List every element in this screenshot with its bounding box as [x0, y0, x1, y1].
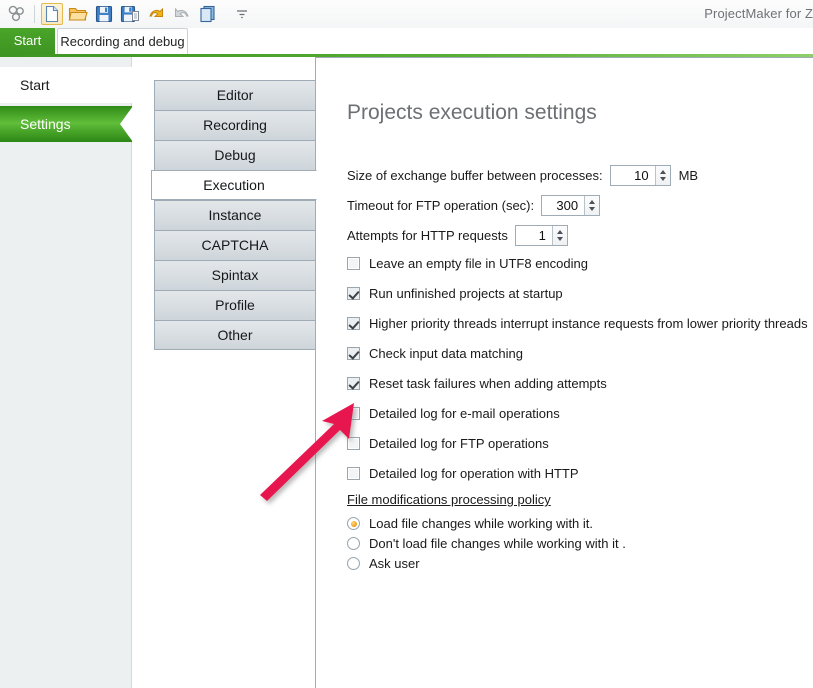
sidebar-item-settings[interactable]: Settings — [0, 106, 132, 142]
tab-start[interactable]: Start — [0, 28, 55, 54]
save-icon[interactable] — [93, 3, 115, 25]
radio-button[interactable] — [347, 537, 360, 550]
save-as-icon[interactable] — [119, 3, 141, 25]
stepper-down-icon[interactable] — [589, 207, 596, 211]
stepper-up-icon[interactable] — [589, 200, 596, 204]
checkbox-box[interactable] — [347, 257, 360, 270]
stepper-down-icon[interactable] — [659, 177, 666, 181]
tab-strip: Start Recording and debug — [0, 28, 813, 54]
radio-label: Don't load file changes while working wi… — [369, 536, 626, 551]
checkbox-box[interactable] — [347, 377, 360, 390]
category-recording[interactable]: Recording — [154, 110, 316, 140]
settings-panel: Projects execution settings Size of exch… — [315, 57, 813, 688]
http-attempts-stepper[interactable]: 1 — [514, 225, 568, 246]
checkbox-box[interactable] — [347, 407, 360, 420]
checkbox-leave-empty-utf8[interactable]: Leave an empty file in UTF8 encoding — [347, 256, 588, 271]
checkbox-label: Reset task failures when adding attempts — [369, 376, 607, 391]
radio-ask-user[interactable]: Ask user — [347, 556, 420, 571]
checkbox-higher-priority-threads[interactable]: Higher priority threads interrupt instan… — [347, 316, 808, 331]
unit-label: MB — [678, 168, 699, 183]
toolbar-overflow-icon[interactable] — [231, 3, 253, 25]
copy-icon[interactable] — [197, 3, 219, 25]
field-label: Timeout for FTP operation (sec): — [347, 198, 535, 213]
page-title: Projects execution settings — [347, 101, 597, 124]
settings-category-list: Editor Recording Debug Execution Instanc… — [151, 80, 317, 350]
field-exchange-buffer-size: Size of exchange buffer between processe… — [347, 165, 698, 186]
sidebar: Start Settings — [0, 57, 133, 688]
checkbox-box[interactable] — [347, 347, 360, 360]
app-logo-icon[interactable] — [6, 3, 28, 25]
checkbox-box[interactable] — [347, 287, 360, 300]
new-file-icon[interactable] — [41, 3, 63, 25]
field-http-attempts: Attempts for HTTP requests 1 — [347, 225, 568, 246]
stepper-buttons[interactable] — [654, 166, 670, 185]
file-modifications-policy-header: File modifications processing policy — [347, 492, 551, 507]
category-spintax[interactable]: Spintax — [154, 260, 316, 290]
category-other[interactable]: Other — [154, 320, 316, 350]
stepper-value[interactable]: 10 — [611, 166, 655, 185]
stepper-value[interactable]: 300 — [542, 196, 584, 215]
radio-button[interactable] — [347, 557, 360, 570]
radio-load-file-changes[interactable]: Load file changes while working with it. — [347, 516, 593, 531]
checkbox-label: Detailed log for e-mail operations — [369, 406, 560, 421]
open-folder-icon[interactable] — [67, 3, 89, 25]
stepper-buttons[interactable] — [551, 226, 567, 245]
category-profile[interactable]: Profile — [154, 290, 316, 320]
checkbox-detailed-log-ftp[interactable]: Detailed log for FTP operations — [347, 436, 549, 451]
tab-recording-and-debug[interactable]: Recording and debug — [57, 28, 188, 54]
category-captcha[interactable]: CAPTCHA — [154, 230, 316, 260]
field-label: Size of exchange buffer between processe… — [347, 168, 603, 183]
stepper-down-icon[interactable] — [556, 237, 563, 241]
undo-icon[interactable] — [145, 3, 167, 25]
sidebar-item-start[interactable]: Start — [0, 67, 132, 103]
stepper-buttons[interactable] — [584, 196, 600, 215]
checkbox-box[interactable] — [347, 437, 360, 450]
field-ftp-timeout: Timeout for FTP operation (sec): 300 — [347, 195, 601, 216]
radio-label: Ask user — [369, 556, 420, 571]
stepper-up-icon[interactable] — [556, 230, 563, 234]
checkbox-box[interactable] — [347, 467, 360, 480]
checkbox-check-input-data-matching[interactable]: Check input data matching — [347, 346, 523, 361]
exchange-buffer-size-stepper[interactable]: 10 — [609, 165, 671, 186]
window-title: ProjectMaker for Z — [704, 6, 813, 21]
checkbox-label: Detailed log for operation with HTTP — [369, 466, 579, 481]
radio-dont-load-file-changes[interactable]: Don't load file changes while working wi… — [347, 536, 626, 551]
radio-label: Load file changes while working with it. — [369, 516, 594, 531]
radio-button[interactable] — [347, 517, 360, 530]
checkbox-detailed-log-http[interactable]: Detailed log for operation with HTTP — [347, 466, 579, 481]
category-instance[interactable]: Instance — [154, 200, 316, 230]
checkbox-label: Leave an empty file in UTF8 encoding — [369, 256, 588, 271]
checkbox-reset-task-failures[interactable]: Reset task failures when adding attempts — [347, 376, 607, 391]
ftp-timeout-stepper[interactable]: 300 — [541, 195, 601, 216]
checkbox-box[interactable] — [347, 317, 360, 330]
checkbox-detailed-log-email[interactable]: Detailed log for e-mail operations — [347, 406, 560, 421]
checkbox-label: Detailed log for FTP operations — [369, 436, 549, 451]
field-label: Attempts for HTTP requests — [347, 228, 508, 243]
toolbar: ProjectMaker for Z — [0, 0, 813, 28]
checkbox-label: Run unfinished projects at startup — [369, 286, 563, 301]
category-debug[interactable]: Debug — [154, 140, 316, 170]
redo-icon[interactable] — [171, 3, 193, 25]
category-execution[interactable]: Execution — [151, 170, 317, 200]
checkbox-run-unfinished-projects[interactable]: Run unfinished projects at startup — [347, 286, 563, 301]
stepper-up-icon[interactable] — [659, 170, 666, 174]
toolbar-separator — [34, 5, 35, 23]
checkbox-label: Check input data matching — [369, 346, 523, 361]
category-editor[interactable]: Editor — [154, 80, 316, 110]
stepper-value[interactable]: 1 — [516, 226, 552, 245]
checkbox-label: Higher priority threads interrupt instan… — [369, 316, 808, 331]
